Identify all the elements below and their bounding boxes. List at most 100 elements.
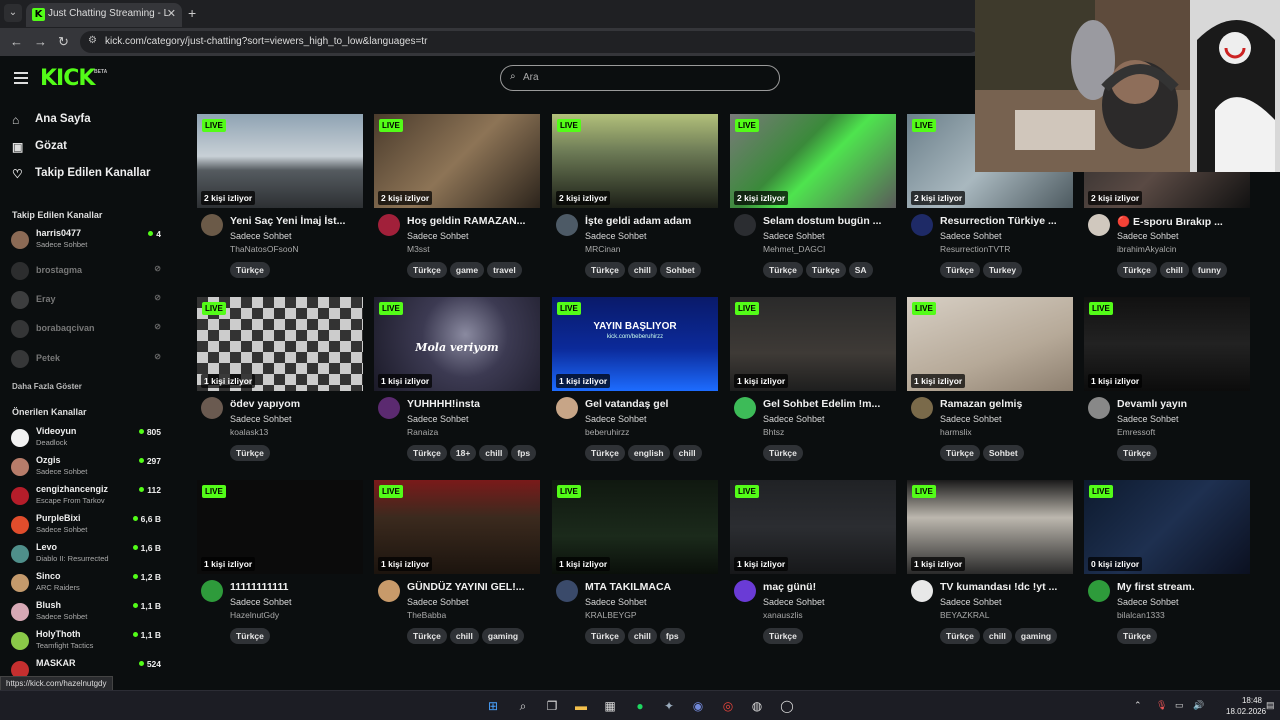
tag-chip[interactable]: Türkçe — [763, 445, 803, 461]
stream-category[interactable]: Sadece Sohbet — [407, 414, 469, 424]
tag-chip[interactable]: Sohbet — [982, 445, 1024, 461]
channel-name[interactable]: Emressoft — [1117, 427, 1155, 437]
tag-chip[interactable]: chill — [479, 445, 509, 461]
channel-avatar[interactable] — [378, 214, 400, 236]
search-icon[interactable]: ⌕ — [515, 698, 531, 714]
stream-category[interactable]: Sadece Sohbet — [940, 231, 1002, 241]
channel-name[interactable]: ResurrectionTVTR — [940, 244, 1010, 254]
tag-chip[interactable]: Türkçe — [230, 628, 270, 644]
microphone-icon[interactable]: 🎙 — [1156, 700, 1167, 711]
app-icon[interactable]: ✦ — [661, 698, 677, 714]
tag-chip[interactable]: gaming — [1014, 628, 1058, 644]
stream-thumbnail[interactable]: LIVE 1 kişi izliyor — [374, 480, 540, 574]
stream-title[interactable]: Devamlı yayın — [1117, 398, 1249, 410]
channel-name[interactable]: bilalcan1333 — [1117, 610, 1165, 620]
stream-thumbnail[interactable]: LIVE 0 kişi izliyor — [1084, 480, 1250, 574]
stream-title[interactable]: Selam dostum bugün ... — [763, 215, 895, 227]
chrome-icon[interactable]: ◎ — [720, 698, 736, 714]
stream-category[interactable]: Sadece Sohbet — [407, 231, 469, 241]
tag-chip[interactable]: chill — [1159, 262, 1189, 278]
task-view-icon[interactable]: ❐ — [544, 698, 560, 714]
nav-browse[interactable]: ▣ Gözat — [12, 140, 162, 156]
stream-thumbnail[interactable]: LIVE 1 kişi izliyor — [197, 297, 363, 391]
channel-avatar[interactable] — [378, 580, 400, 602]
following-channel[interactable]: harris0477 Sadece Sohbet 4 — [11, 228, 161, 254]
channel-name[interactable]: beberuhirzz — [585, 427, 629, 437]
channel-avatar[interactable] — [734, 214, 756, 236]
stream-card[interactable]: LIVE 1 kişi izliyor 11111111111 Sadece Sohb… — [197, 480, 363, 660]
stream-category[interactable]: Sadece Sohbet — [230, 231, 292, 241]
recommended-channel[interactable]: cengizhancengiz Escape From Tarkov 112 — [11, 484, 161, 510]
channel-name[interactable]: M3sst — [407, 244, 430, 254]
channel-avatar[interactable] — [911, 397, 933, 419]
tag-chip[interactable]: chill — [627, 262, 657, 278]
file-explorer-icon[interactable]: ▬ — [573, 698, 589, 714]
stream-title[interactable]: ödev yapıyom — [230, 398, 362, 410]
following-channel[interactable]: brostagma ⊘ — [11, 259, 161, 285]
stream-category[interactable]: Sadece Sohbet — [763, 597, 825, 607]
stream-thumbnail[interactable]: LIVE 1 kişi izliyor — [552, 480, 718, 574]
channel-avatar[interactable] — [911, 580, 933, 602]
tag-chip[interactable]: chill — [449, 628, 479, 644]
tag-chip[interactable]: travel — [487, 262, 522, 278]
channel-avatar[interactable] — [734, 397, 756, 419]
tag-chip[interactable]: 18+ — [449, 445, 477, 461]
notification-icon[interactable]: ▤ — [1266, 700, 1275, 711]
stream-title[interactable]: maç günü! — [763, 581, 895, 593]
tag-chip[interactable]: Türkçe — [1117, 628, 1157, 644]
tag-chip[interactable]: Sohbet — [659, 262, 701, 278]
stream-title[interactable]: YUHHHH!insta — [407, 398, 539, 410]
tag-chip[interactable]: Türkçe — [407, 445, 447, 461]
url-text[interactable]: kick.com/category/just-chatting?sort=vie… — [105, 36, 427, 47]
browser-tab[interactable]: K Just Chatting Streaming - Live S ✕ — [26, 3, 182, 27]
channel-name[interactable]: HazelnutGdy — [230, 610, 279, 620]
stream-card[interactable]: LIVE 2 kişi izliyor Yeni Saç Yeni İmaj İst… — [197, 114, 363, 294]
stream-category[interactable]: Sadece Sohbet — [763, 414, 825, 424]
tag-chip[interactable]: english — [627, 445, 670, 461]
stream-card[interactable]: LIVE 2 kişi izliyor İşte geldi adam adam Sa… — [552, 114, 718, 294]
stream-title[interactable]: Yeni Saç Yeni İmaj İst... — [230, 215, 362, 227]
channel-avatar[interactable] — [1088, 580, 1110, 602]
stream-card[interactable]: YAYIN BAŞLIYOR kick.com/beberuhirzz LIVE 1 … — [552, 297, 718, 477]
stream-card[interactable]: LIVE 1 kişi izliyor maç günü! Sadece Sohbet… — [730, 480, 896, 660]
stream-title[interactable]: Ramazan gelmiş — [940, 398, 1072, 410]
stream-category[interactable]: Sadece Sohbet — [1117, 597, 1179, 607]
nav-following[interactable]: ♡ Takip Edilen Kanallar — [12, 167, 162, 183]
stream-card[interactable]: LIVE 1 kişi izliyor Devamlı yayın Sadece So… — [1084, 297, 1250, 477]
following-channel[interactable]: borabaqcivan ⊘ — [11, 317, 161, 343]
show-more-link[interactable]: Daha Fazla Göster — [12, 382, 82, 391]
recommended-channel[interactable]: Blush Sadece Sohbet 1,1 B — [11, 600, 161, 626]
stream-title[interactable]: İşte geldi adam adam — [585, 215, 717, 227]
channel-name[interactable]: Ranaiza — [407, 427, 438, 437]
stream-thumbnail[interactable]: LIVE 1 kişi izliyor — [730, 297, 896, 391]
tag-chip[interactable]: SA — [848, 262, 873, 278]
tag-chip[interactable]: Türkçe — [1117, 262, 1157, 278]
stream-card[interactable]: LIVE 0 kişi izliyor My first stream. Sadece… — [1084, 480, 1250, 660]
channel-name[interactable]: ThaNatosOFsooN — [230, 244, 299, 254]
discord-icon[interactable]: ◉ — [690, 698, 706, 714]
tag-chip[interactable]: Türkçe — [940, 628, 980, 644]
recommended-channel[interactable]: Levo Diablo II: Resurrected 1,6 B — [11, 542, 161, 568]
back-button[interactable]: ← — [10, 34, 23, 49]
channel-name[interactable]: ibrahimAkyalcin — [1117, 244, 1177, 254]
stream-thumbnail[interactable]: LIVE 2 kişi izliyor — [730, 114, 896, 208]
stream-card[interactable]: LIVE 1 kişi izliyor MTA TAKILMACA Sadece So… — [552, 480, 718, 660]
nav-home[interactable]: ⌂ Ana Sayfa — [12, 113, 162, 129]
tag-chip[interactable]: Türkçe — [763, 262, 803, 278]
stream-category[interactable]: Sadece Sohbet — [407, 597, 469, 607]
channel-avatar[interactable] — [556, 397, 578, 419]
stream-category[interactable]: Sadece Sohbet — [1117, 414, 1179, 424]
channel-avatar[interactable] — [378, 397, 400, 419]
tag-chip[interactable]: Türkçe — [1117, 445, 1157, 461]
channel-avatar[interactable] — [201, 397, 223, 419]
stream-card[interactable]: LIVE 1 kişi izliyor ödev yapıyom Sadece Soh… — [197, 297, 363, 477]
recommended-channel[interactable]: HolyThoth Teamfight Tactics 1,1 B — [11, 629, 161, 655]
menu-icon[interactable] — [14, 72, 28, 84]
stream-thumbnail[interactable]: LIVE 2 kişi izliyor — [374, 114, 540, 208]
stream-title[interactable]: GÜNDÜZ YAYINI GEL!... — [407, 581, 539, 593]
stream-category[interactable]: Sadece Sohbet — [585, 414, 647, 424]
speaker-icon[interactable]: 🔊 — [1193, 700, 1204, 711]
channel-name[interactable]: Mehmet_DAGCI — [763, 244, 825, 254]
stream-title[interactable]: Gel vatandaş gel — [585, 398, 717, 410]
stream-thumbnail[interactable]: LIVE 1 kişi izliyor — [1084, 297, 1250, 391]
